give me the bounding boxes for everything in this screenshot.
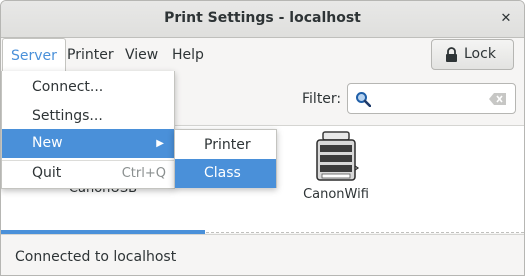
window-title: Print Settings - localhost	[164, 10, 361, 26]
menu-item-settings[interactable]: Settings...	[2, 102, 174, 131]
menu-item-new-label: New	[32, 135, 63, 151]
search-icon[interactable]	[355, 91, 371, 107]
print-settings-window: Print Settings - localhost ✕ Server Prin…	[0, 0, 525, 276]
menu-bar: Server Printer View Help Lock	[1, 38, 524, 72]
filter-field[interactable]	[347, 83, 516, 114]
lock-button[interactable]: Lock	[431, 39, 514, 70]
submenu-item-class[interactable]: Class	[175, 159, 276, 188]
menu-item-quit[interactable]: Quit Ctrl+Q	[2, 159, 174, 188]
menu-help[interactable]: Help	[164, 38, 212, 72]
printer-icon	[316, 131, 360, 181]
new-submenu: Printer Class	[174, 129, 277, 188]
server-menu: Connect... Settings... New ▶ Quit Ctrl+Q	[1, 71, 175, 189]
printer-label: CanonWifi	[303, 187, 369, 202]
menu-item-connect[interactable]: Connect...	[2, 73, 174, 102]
menu-item-quit-label: Quit	[32, 165, 62, 181]
drop-target-divider	[206, 232, 524, 233]
menu-server[interactable]: Server	[2, 38, 66, 72]
filter-label: Filter:	[302, 91, 342, 107]
lock-button-label: Lock	[464, 46, 496, 62]
menu-item-new[interactable]: New ▶	[2, 129, 174, 158]
clear-icon[interactable]	[489, 93, 506, 105]
menu-view[interactable]: View	[117, 38, 166, 72]
quit-shortcut: Ctrl+Q	[121, 166, 166, 181]
status-bar: Connected to localhost	[1, 234, 524, 275]
title-bar[interactable]: Print Settings - localhost ✕	[1, 1, 524, 38]
submenu-item-printer[interactable]: Printer	[175, 131, 276, 160]
menu-printer[interactable]: Printer	[59, 38, 122, 72]
filter-input[interactable]	[378, 88, 488, 110]
printer-item-canonwifi[interactable]: CanonWifi	[296, 130, 376, 202]
lock-icon	[446, 47, 457, 62]
status-text: Connected to localhost	[15, 249, 177, 265]
close-icon[interactable]: ✕	[496, 9, 516, 29]
submenu-arrow-icon: ▶	[156, 138, 164, 149]
